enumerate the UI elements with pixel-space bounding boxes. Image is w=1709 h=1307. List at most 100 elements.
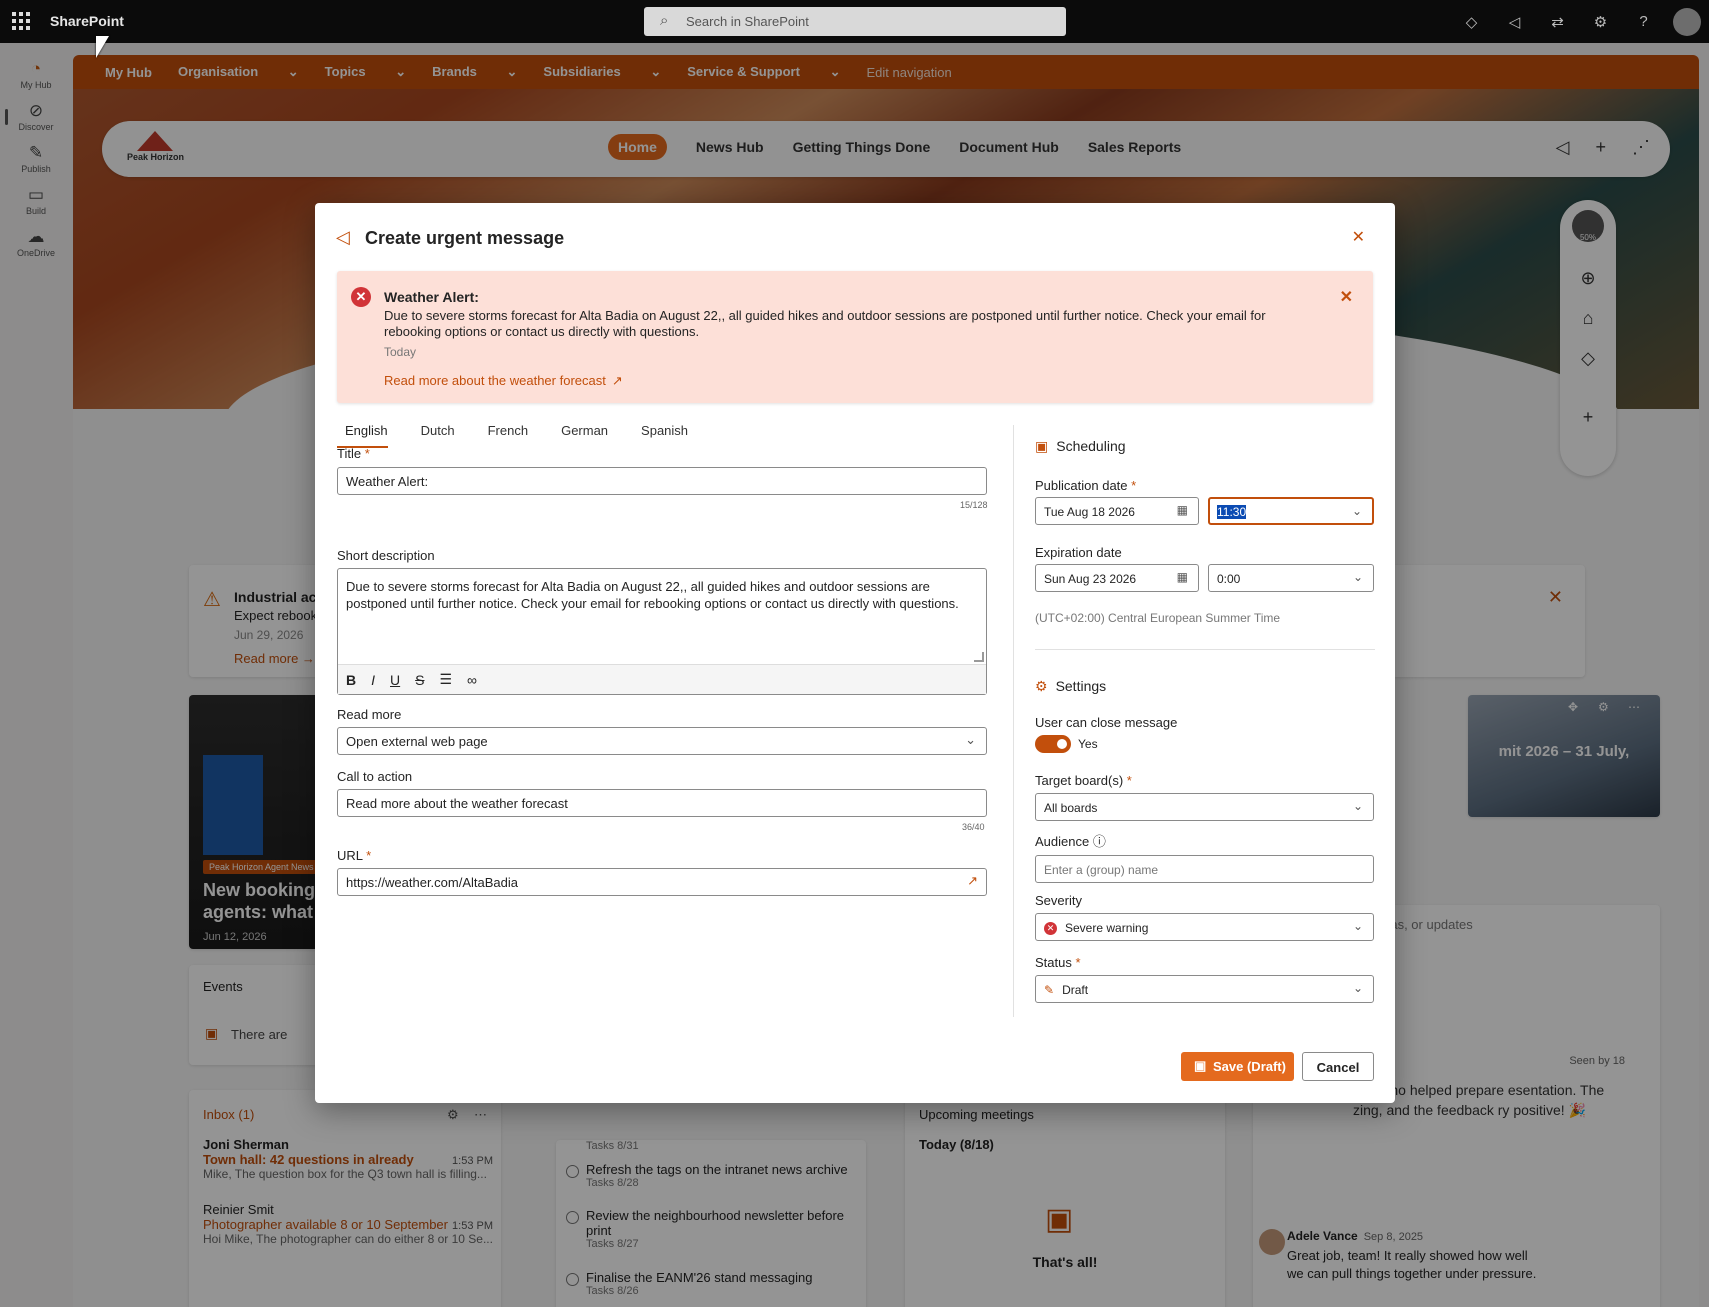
- user-can-close-label: User can close message: [1035, 715, 1178, 730]
- tab-german[interactable]: German: [553, 423, 608, 448]
- severity-value: Severe warning: [1065, 921, 1149, 935]
- pub-date-value: Tue Aug 18 2026: [1044, 505, 1135, 519]
- title-label-text: Title: [337, 446, 362, 461]
- required-mark: *: [364, 446, 370, 461]
- status-value: Draft: [1062, 983, 1089, 997]
- gear-icon: ⚙: [1035, 678, 1048, 694]
- expiration-time-dropdown[interactable]: 0:00 ⌄: [1208, 564, 1374, 592]
- external-link-icon: ↗: [611, 373, 623, 388]
- pub-label-text: Publication date: [1035, 478, 1128, 493]
- timezone-text: (UTC+02:00) Central European Summer Time: [1035, 611, 1281, 625]
- search-icon: ⌕: [660, 12, 669, 29]
- info-icon[interactable]: ⓘ: [1093, 834, 1106, 849]
- megaphone-icon[interactable]: ◁: [1493, 13, 1536, 31]
- preview-title: Weather Alert:: [384, 289, 479, 305]
- call-to-action-label: Call to action: [337, 769, 413, 784]
- user-can-close-toggle[interactable]: [1035, 735, 1071, 753]
- audience-input[interactable]: Enter a (group) name: [1035, 855, 1374, 883]
- account-avatar[interactable]: [1673, 7, 1701, 36]
- url-label-text: URL: [337, 848, 363, 863]
- section-divider: [1035, 649, 1375, 650]
- create-urgent-message-dialog: ◁ Create urgent message ✕ ✕ Weather Aler…: [315, 203, 1395, 1103]
- tab-spanish[interactable]: Spanish: [633, 423, 688, 448]
- close-icon[interactable]: ✕: [1352, 227, 1365, 247]
- calendar-icon[interactable]: ▦: [1177, 503, 1188, 517]
- search-box[interactable]: ⌕ Search in SharePoint: [644, 7, 1066, 36]
- chevron-down-icon: ⌄: [1351, 504, 1362, 518]
- copilot-icon[interactable]: ◇: [1450, 13, 1493, 31]
- megaphone-icon: ◁: [336, 227, 350, 247]
- url-input[interactable]: https://weather.com/AltaBadia ↗: [337, 868, 987, 896]
- bullet-list-icon[interactable]: ☰: [439, 671, 452, 688]
- underline-icon[interactable]: U: [390, 672, 400, 688]
- app-launcher-icon[interactable]: [12, 12, 30, 30]
- scheduling-title-text: Scheduling: [1056, 438, 1126, 454]
- status-dropdown[interactable]: ✎ Draft ⌄: [1035, 975, 1374, 1003]
- required-mark: *: [366, 848, 372, 863]
- exp-time-value: 0:00: [1217, 572, 1241, 586]
- audience-label-text: Audience: [1035, 834, 1090, 849]
- call-to-action-input[interactable]: Read more about the weather forecast: [337, 789, 987, 817]
- severity-dropdown[interactable]: ✕ Severe warning ⌄: [1035, 913, 1374, 941]
- bold-icon[interactable]: B: [346, 672, 356, 688]
- exp-date-value: Sun Aug 23 2026: [1044, 572, 1137, 586]
- read-more-value: Open external web page: [346, 734, 488, 749]
- required-mark: *: [1131, 478, 1137, 493]
- required-mark: *: [1075, 955, 1081, 970]
- save-label: Save (Draft): [1213, 1059, 1286, 1074]
- scheduling-section-title: ▣ Scheduling: [1035, 438, 1126, 455]
- required-mark: *: [1126, 773, 1132, 788]
- status-label: Status *: [1035, 955, 1081, 970]
- preview-read-more-link[interactable]: Read more about the weather forecast ↗: [384, 373, 623, 389]
- short-description-editor[interactable]: Due to severe storms forecast for Alta B…: [337, 568, 987, 695]
- short-description-text[interactable]: Due to severe storms forecast for Alta B…: [346, 578, 976, 612]
- read-more-dropdown[interactable]: Open external web page ⌄: [337, 727, 987, 755]
- suite-bar: SharePoint ⌕ Search in SharePoint ◇ ◁ ⇄ …: [0, 0, 1709, 43]
- read-more-label: Read more: [337, 707, 402, 722]
- italic-icon[interactable]: I: [371, 672, 375, 688]
- tab-english[interactable]: English: [337, 423, 388, 448]
- settings-section-title: ⚙ Settings: [1035, 678, 1106, 695]
- language-tabs: English Dutch French German Spanish: [337, 423, 713, 448]
- rich-text-toolbar: B I U S ☰ ∞: [338, 664, 986, 694]
- column-divider: [1013, 425, 1014, 1017]
- strikethrough-icon[interactable]: S: [415, 672, 424, 688]
- title-input[interactable]: Weather Alert:: [337, 467, 987, 495]
- calendar-icon[interactable]: ▦: [1177, 570, 1188, 584]
- target-boards-dropdown[interactable]: All boards ⌄: [1035, 793, 1374, 821]
- suite-actions: ◇ ◁ ⇄ ⚙ ?: [1450, 0, 1709, 43]
- calendar-clock-icon: ▣: [1035, 438, 1049, 454]
- preview-link-text: Read more about the weather forecast: [384, 373, 606, 388]
- publication-date-label: Publication date *: [1035, 478, 1136, 493]
- external-link-icon[interactable]: ↗: [967, 873, 978, 889]
- preview-description: Due to severe storms forecast for Alta B…: [384, 308, 1266, 339]
- audience-label: Audience ⓘ: [1035, 831, 1106, 850]
- cta-counter: 36/40: [962, 822, 985, 832]
- tab-dutch[interactable]: Dutch: [413, 423, 455, 448]
- error-circle-icon: ✕: [351, 287, 371, 307]
- settings-title-text: Settings: [1055, 678, 1107, 694]
- publication-time-dropdown[interactable]: 11:30 ⌄: [1208, 497, 1374, 525]
- search-placeholder: Search in SharePoint: [686, 14, 809, 29]
- short-description-label: Short description: [337, 548, 435, 563]
- target-boards-label: Target board(s) *: [1035, 773, 1132, 788]
- severity-label: Severity: [1035, 893, 1082, 908]
- close-icon[interactable]: ✕: [1340, 287, 1353, 307]
- publication-date-picker[interactable]: Tue Aug 18 2026 ▦: [1035, 497, 1199, 525]
- gear-icon[interactable]: ⚙: [1579, 13, 1622, 31]
- save-draft-button[interactable]: ▣ Save (Draft): [1181, 1052, 1294, 1081]
- tab-french[interactable]: French: [480, 423, 528, 448]
- expiration-date-picker[interactable]: Sun Aug 23 2026 ▦: [1035, 564, 1199, 592]
- mouse-cursor: [96, 36, 109, 58]
- boards-label-text: Target board(s): [1035, 773, 1124, 788]
- link-icon[interactable]: ∞: [467, 672, 477, 688]
- resize-handle[interactable]: [974, 652, 984, 662]
- status-label-text: Status: [1035, 955, 1072, 970]
- cancel-button[interactable]: Cancel: [1302, 1052, 1374, 1081]
- chevron-down-icon: ⌄: [1352, 981, 1363, 995]
- expiration-date-label: Expiration date: [1035, 545, 1122, 560]
- title-counter: 15/128: [960, 500, 988, 510]
- help-icon[interactable]: ?: [1622, 13, 1665, 30]
- suite-brand[interactable]: SharePoint: [50, 13, 124, 29]
- share-icon[interactable]: ⇄: [1536, 13, 1579, 31]
